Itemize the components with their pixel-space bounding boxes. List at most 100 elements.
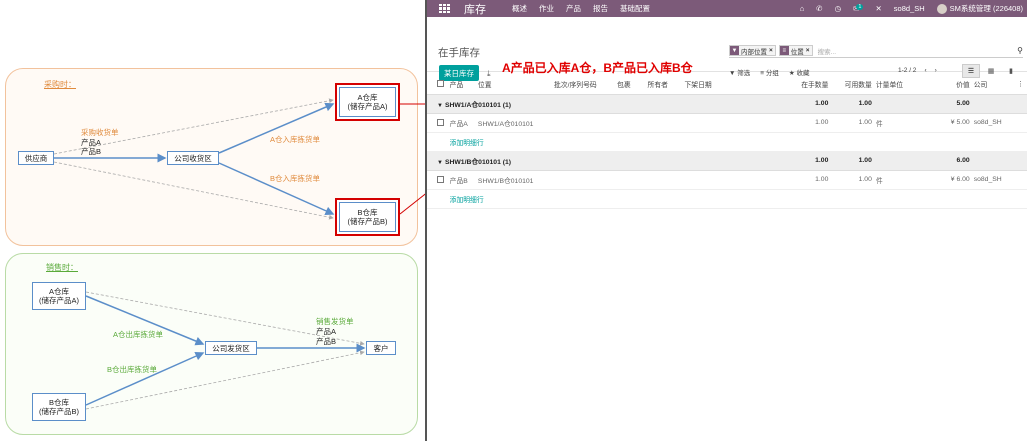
table-header-row: 产品 位置 批次/序列号码 包裹 所有者 下架日期 在手数量 可用数量 计量单位… <box>427 74 1027 95</box>
row-checkbox[interactable] <box>437 118 444 126</box>
row-b-location: SHW1/B仓010101 <box>475 170 553 190</box>
b-out-picking-label: B仓出库拣货单 <box>107 365 158 374</box>
row-b-product: 产品B <box>447 170 476 190</box>
row-a-company: so8d_SH <box>971 113 1016 133</box>
app-brand[interactable]: 库存 <box>464 1 486 17</box>
chat-badge: 1 <box>856 3 864 10</box>
group-name-b: SHW1/B仓010101 (1) <box>444 158 512 166</box>
pager-prev-icon[interactable]: ‹ <box>924 67 926 74</box>
menu-overview[interactable]: 概述 <box>512 3 527 14</box>
pager-next-icon[interactable]: › <box>935 67 937 74</box>
debug-icon[interactable]: ✕ <box>875 4 881 13</box>
group-a-value: 5.00 <box>928 94 972 114</box>
pager-value[interactable]: 1-2 / 2 <box>898 67 916 74</box>
group-b-available: 1.00 <box>830 151 874 171</box>
col-removal-date[interactable]: 下架日期 <box>682 74 792 95</box>
add-line-link-a[interactable]: 添加明细行 <box>447 132 1027 152</box>
row-a-on-hand: 1.00 <box>791 113 831 133</box>
warehouse-b-label: B仓库 (储存产品B) <box>339 202 396 232</box>
group-b-value: 6.00 <box>928 151 972 171</box>
col-company[interactable]: 公司 <box>971 74 1016 95</box>
add-line-row-b: 添加明细行 <box>427 189 1027 209</box>
filter-facet[interactable]: ▼ 内部位置 × <box>729 45 776 56</box>
clock-icon[interactable]: ◷ <box>835 4 842 13</box>
avatar <box>936 4 947 14</box>
row-a-uom: 件 <box>873 113 929 133</box>
col-package[interactable]: 包裹 <box>615 74 646 95</box>
menu-operations[interactable]: 作业 <box>539 3 554 14</box>
sales-delivery-label: 销售发货单 <box>316 317 354 326</box>
group-b-on-hand: 1.00 <box>791 151 831 171</box>
col-value[interactable]: 价值 <box>928 74 972 95</box>
odoo-inventory-app: 库存 概述 作业 产品 报告 基础配置 ⌂ ✆ ◷ ✉1 ✕ so8d_SH S… <box>425 0 1027 441</box>
row-b-available: 1.00 <box>830 170 874 190</box>
warehouse-a-node-highlighted: A仓库 (储存产品A) <box>335 83 400 121</box>
table-row[interactable]: 产品A SHW1/A仓010101 1.00 1.00 件 ¥ 5.00 so8… <box>427 113 1027 133</box>
customer-node: 客户 <box>366 341 396 355</box>
warehouse-b-node-highlighted: B仓库 (储存产品B) <box>335 198 400 236</box>
search-icon[interactable]: ⚲ <box>1017 46 1023 55</box>
search-input[interactable]: 搜索... <box>818 46 1015 56</box>
user-menu[interactable]: SM系统管理 (226408) <box>936 3 1023 14</box>
table-row[interactable]: 产品B SHW1/B仓010101 1.00 1.00 件 ¥ 6.00 so8… <box>427 170 1027 190</box>
column-options-icon[interactable]: ⋮ <box>1015 74 1027 95</box>
group-a-on-hand: 1.00 <box>791 94 831 114</box>
caret-down-icon: ▼ <box>437 159 443 166</box>
caret-down-icon: ▼ <box>437 102 443 109</box>
row-a-value: ¥ 5.00 <box>928 113 972 133</box>
col-available[interactable]: 可用数量 <box>830 74 874 95</box>
home-icon[interactable]: ⌂ <box>800 4 805 13</box>
col-on-hand[interactable]: 在手数量 <box>791 74 831 95</box>
filter-facet-value: 内部位置 <box>741 48 767 56</box>
group-row-b[interactable]: ▼ SHW1/B仓010101 (1) 1.00 1.00 6.00 <box>427 151 1027 171</box>
receiving-area-node: 公司收货区 <box>167 151 219 165</box>
supplier-node: 供应商 <box>18 151 54 165</box>
warehouse-a-sales-node: A仓库 (储存产品A) <box>32 282 86 310</box>
row-b-company: so8d_SH <box>971 170 1016 190</box>
menu-products[interactable]: 产品 <box>566 3 581 14</box>
row-b-uom: 件 <box>873 170 929 190</box>
select-all-checkbox[interactable] <box>437 80 444 88</box>
control-panel: 在手库存 某日库存 ⤓ A产品已入库A仓，B产品已入库B仓 ▼ 内部位置 × ≡… <box>427 17 1027 81</box>
row-b-value: ¥ 6.00 <box>928 170 972 190</box>
sales-product-b-label: 产品B <box>316 337 337 346</box>
purchase-receipt-label: 采购收货单 <box>81 128 119 137</box>
col-lot[interactable]: 批次/序列号码 <box>552 74 616 95</box>
row-a-location: SHW1/A仓010101 <box>475 113 553 133</box>
phone-icon[interactable]: ✆ <box>816 4 822 13</box>
apps-menu-icon[interactable] <box>439 3 450 14</box>
row-checkbox[interactable] <box>437 175 444 183</box>
row-a-product: 产品A <box>447 113 476 133</box>
filter-icon: ▼ <box>730 46 739 55</box>
b-in-picking-label: B仓入库拣货单 <box>270 174 321 183</box>
menu-reporting[interactable]: 报告 <box>593 3 608 14</box>
chat-icon[interactable]: ✉1 <box>853 3 864 13</box>
top-navbar: 库存 概述 作业 产品 报告 基础配置 ⌂ ✆ ◷ ✉1 ✕ so8d_SH S… <box>427 0 1027 17</box>
purchase-product-a-label: 产品A <box>81 138 102 147</box>
col-uom[interactable]: 计量单位 <box>873 74 929 95</box>
add-line-link-b[interactable]: 添加明细行 <box>447 189 1027 209</box>
col-product[interactable]: 产品 <box>447 74 476 95</box>
group-icon: ≡ <box>779 46 789 55</box>
group-name-a: SHW1/A仓010101 (1) <box>444 101 512 109</box>
group-row-a[interactable]: ▼ SHW1/A仓010101 (1) 1.00 1.00 5.00 <box>427 94 1027 114</box>
group-facet[interactable]: ≡ 位置 × <box>778 45 813 56</box>
purchase-panel-title: 采购时： <box>44 80 76 89</box>
flow-diagram: 采购时： 销售时： 供应商 公司收货区 A仓库 (储存产品A) B仓库 (储存产… <box>0 0 425 441</box>
group-facet-remove-icon[interactable]: × <box>806 47 812 54</box>
page-title: 在手库存 <box>438 47 480 59</box>
a-in-picking-label: A仓入库拣货单 <box>270 135 321 144</box>
col-owner[interactable]: 所有者 <box>645 74 683 95</box>
warehouse-b-sales-node: B仓库 (储存产品B) <box>32 393 86 421</box>
menu-configuration[interactable]: 基础配置 <box>620 3 650 14</box>
pager: 1-2 / 2 ‹ › <box>898 67 937 74</box>
search-bar[interactable]: ▼ 内部位置 × ≡ 位置 × 搜索... ⚲ <box>729 44 1023 58</box>
col-location[interactable]: 位置 <box>475 74 553 95</box>
company-switcher[interactable]: so8d_SH <box>894 4 925 13</box>
quant-list-table: 产品 位置 批次/序列号码 包裹 所有者 下架日期 在手数量 可用数量 计量单位… <box>427 74 1027 209</box>
add-line-row-a: 添加明细行 <box>427 132 1027 152</box>
filter-facet-remove-icon[interactable]: × <box>769 47 775 54</box>
shipping-area-node: 公司发货区 <box>205 341 257 355</box>
purchase-product-b-label: 产品B <box>81 147 102 156</box>
sales-product-a-label: 产品A <box>316 327 337 336</box>
